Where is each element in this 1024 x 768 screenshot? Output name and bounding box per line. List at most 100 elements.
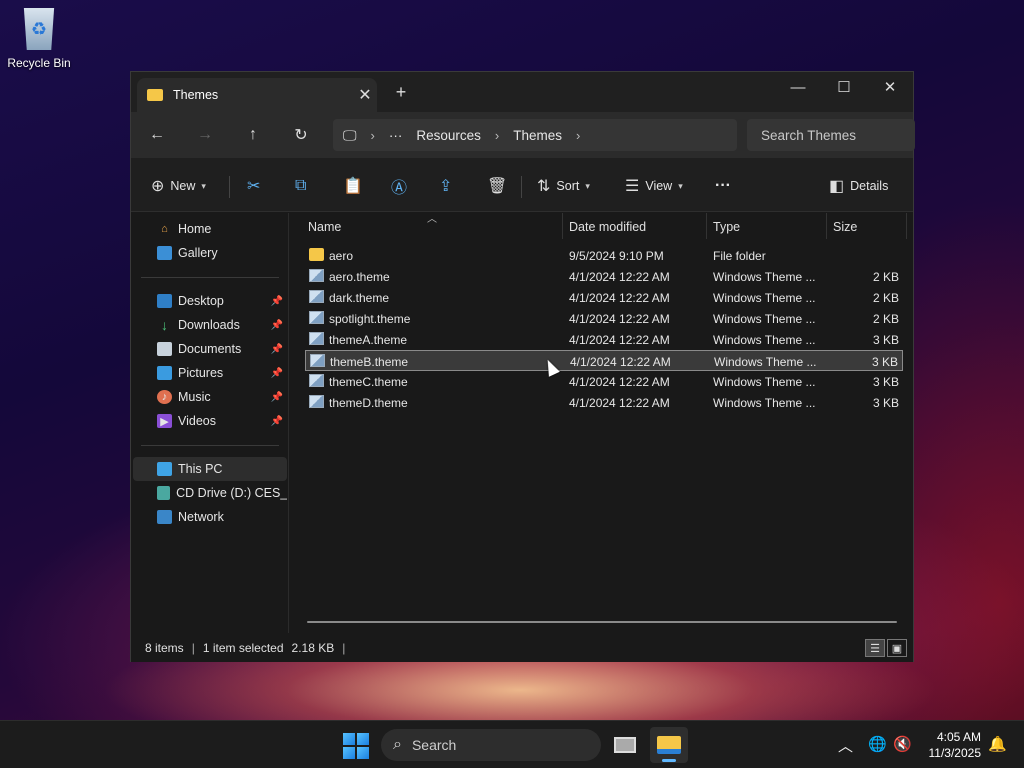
clock[interactable]: 4:05 AM 11/3/2025 (929, 729, 982, 761)
file-row[interactable]: aero 9/5/2024 9:10 PM File folder (305, 245, 903, 266)
breadcrumb-themes[interactable]: Themes (513, 128, 562, 143)
new-tab-button[interactable]: + (389, 82, 413, 103)
file-type: Windows Theme ... (713, 312, 816, 326)
column-date-modified[interactable]: Date modified (569, 220, 646, 234)
maximize-button[interactable]: ☐ (821, 72, 867, 102)
refresh-button[interactable]: ↻ (287, 122, 315, 148)
share-button[interactable]: ⇪ (439, 172, 452, 200)
globe-icon[interactable]: 🌐 (868, 735, 887, 753)
sidebar-item-downloads[interactable]: ↓ Downloads 📌 (133, 313, 287, 337)
column-type[interactable]: Type (713, 220, 740, 234)
file-type: Windows Theme ... (713, 396, 816, 410)
sidebar-item-videos[interactable]: ▶ Videos 📌 (133, 409, 287, 433)
back-button[interactable]: ← (143, 122, 171, 148)
pc-icon (157, 462, 172, 476)
monitor-icon[interactable]: 🖵 (343, 127, 357, 144)
sidebar-item-label: Pictures (178, 366, 224, 380)
forward-button[interactable]: → (191, 122, 219, 148)
rename-button[interactable]: Ⓐ (391, 172, 407, 200)
file-name: themeA.theme (329, 333, 408, 347)
file-row[interactable]: themeA.theme 4/1/2024 12:22 AM Windows The… (305, 329, 903, 350)
tab-close-button[interactable]: ✕ (353, 85, 377, 105)
chevron-down-icon: ▾ (678, 180, 683, 191)
music-icon: ♪ (157, 390, 172, 404)
column-headers: ︿ Name Date modified Type Size (291, 213, 913, 241)
details-view-button[interactable]: ☰ (865, 639, 885, 657)
taskbar-search[interactable]: ⌕ Search (381, 729, 601, 761)
theme-file-icon (309, 311, 324, 324)
horizontal-scrollbar[interactable] (307, 621, 897, 623)
see-more-button[interactable]: ··· (715, 172, 731, 200)
address-bar[interactable]: 🖵 › ··· Resources › Themes › (333, 119, 737, 151)
notifications-icon[interactable]: 🔔 (988, 735, 1007, 753)
new-button[interactable]: ⊕ New ▾ (151, 172, 206, 200)
sidebar-item-pictures[interactable]: Pictures 📌 (133, 361, 287, 385)
sidebar-item-home[interactable]: ⌂ Home (133, 217, 287, 241)
pin-icon[interactable]: 📌 (271, 416, 283, 427)
selection-count: 1 item selected (202, 641, 284, 655)
paste-button[interactable]: 📋 (343, 172, 363, 200)
pin-icon[interactable]: 📌 (271, 296, 283, 307)
cut-button[interactable]: ✂ (247, 172, 260, 200)
breadcrumb-separator[interactable]: › (576, 128, 580, 143)
file-size: 2 KB (872, 291, 899, 305)
recycle-bin-shortcut[interactable]: ♻ Recycle Bin (6, 8, 72, 70)
sidebar-item-desktop[interactable]: Desktop 📌 (133, 289, 287, 313)
file-row[interactable]: themeB.theme 4/1/2024 12:22 AM Windows The… (305, 350, 903, 371)
close-button[interactable]: ✕ (867, 72, 913, 102)
start-button[interactable] (343, 733, 369, 759)
pin-icon[interactable]: 📌 (271, 320, 283, 331)
column-size[interactable]: Size (833, 220, 857, 234)
navigation-pane: ⌂ Home Gallery Desktop 📌 ↓ Downloads 📌 D… (131, 213, 289, 633)
breadcrumb-resources[interactable]: Resources (416, 128, 481, 143)
file-row[interactable]: spotlight.theme 4/1/2024 12:22 AM Windows … (305, 308, 903, 329)
search-input[interactable]: Search Themes (747, 119, 915, 151)
pin-icon[interactable]: 📌 (271, 392, 283, 403)
desktop-icon (157, 294, 172, 308)
sort-button[interactable]: ⇅ Sort ▾ (537, 172, 590, 200)
sidebar-item-documents[interactable]: Documents 📌 (133, 337, 287, 361)
sidebar-item-network[interactable]: Network (133, 505, 287, 529)
minimize-button[interactable]: — (775, 72, 821, 102)
sidebar-item-label: Documents (178, 342, 242, 356)
pin-icon[interactable]: 📌 (271, 368, 283, 379)
pin-icon[interactable]: 📌 (271, 344, 283, 355)
task-view-button[interactable] (606, 727, 644, 763)
sidebar-item-label: Network (178, 510, 224, 524)
clock-time: 4:05 AM (936, 730, 981, 744)
clock-date: 11/3/2025 (928, 746, 982, 760)
column-name[interactable]: Name (308, 220, 341, 234)
up-button[interactable]: ↑ (239, 122, 267, 148)
sidebar-item-gallery[interactable]: Gallery (133, 241, 287, 265)
file-row[interactable]: themeD.theme 4/1/2024 12:22 AM Windows The… (305, 392, 903, 413)
sort-icon: ⇅ (537, 178, 551, 195)
show-hidden-icons-button[interactable]: ︿ (838, 735, 853, 756)
file-explorer-taskbar-button[interactable] (650, 727, 688, 763)
details-pane-button[interactable]: ◧ Details (829, 172, 888, 200)
view-button[interactable]: ☰ View ▾ (625, 172, 683, 200)
copy-button[interactable]: ⧉ (295, 172, 306, 200)
sidebar-item-label: Videos (178, 414, 216, 428)
videos-icon: ▶ (157, 414, 172, 428)
file-type: Windows Theme ... (713, 333, 816, 347)
sidebar-item-cd-drive[interactable]: CD Drive (D:) CES_X6 (133, 481, 287, 505)
file-date-modified: 4/1/2024 12:22 AM (569, 333, 670, 347)
file-name: spotlight.theme (329, 312, 411, 326)
file-row[interactable]: aero.theme 4/1/2024 12:22 AM Windows Theme… (305, 266, 903, 287)
scissors-icon: ✂ (247, 178, 261, 195)
sidebar-item-this-pc[interactable]: This PC (133, 457, 287, 481)
file-row[interactable]: themeC.theme 4/1/2024 12:22 AM Windows The… (305, 371, 903, 392)
file-row[interactable]: dark.theme 4/1/2024 12:22 AM Windows Theme… (305, 287, 903, 308)
tiles-view-button[interactable]: ▣ (887, 639, 907, 657)
theme-file-icon (310, 354, 325, 367)
file-name: aero.theme (329, 270, 390, 284)
file-date-modified: 4/1/2024 12:22 AM (569, 312, 670, 326)
speaker-muted-icon[interactable]: 🔇 (893, 735, 912, 753)
delete-button[interactable]: 🗑 (487, 172, 507, 200)
file-list: ︿ Name Date modified Type Size aero 9/5/2… (291, 213, 913, 633)
sort-ascending-icon: ︿ (427, 214, 437, 225)
sidebar-item-music[interactable]: ♪ Music 📌 (133, 385, 287, 409)
sidebar-item-label: Downloads (178, 318, 240, 332)
breadcrumb-overflow-button[interactable]: ··· (389, 128, 403, 143)
tab-themes[interactable]: Themes ✕ (137, 78, 377, 112)
